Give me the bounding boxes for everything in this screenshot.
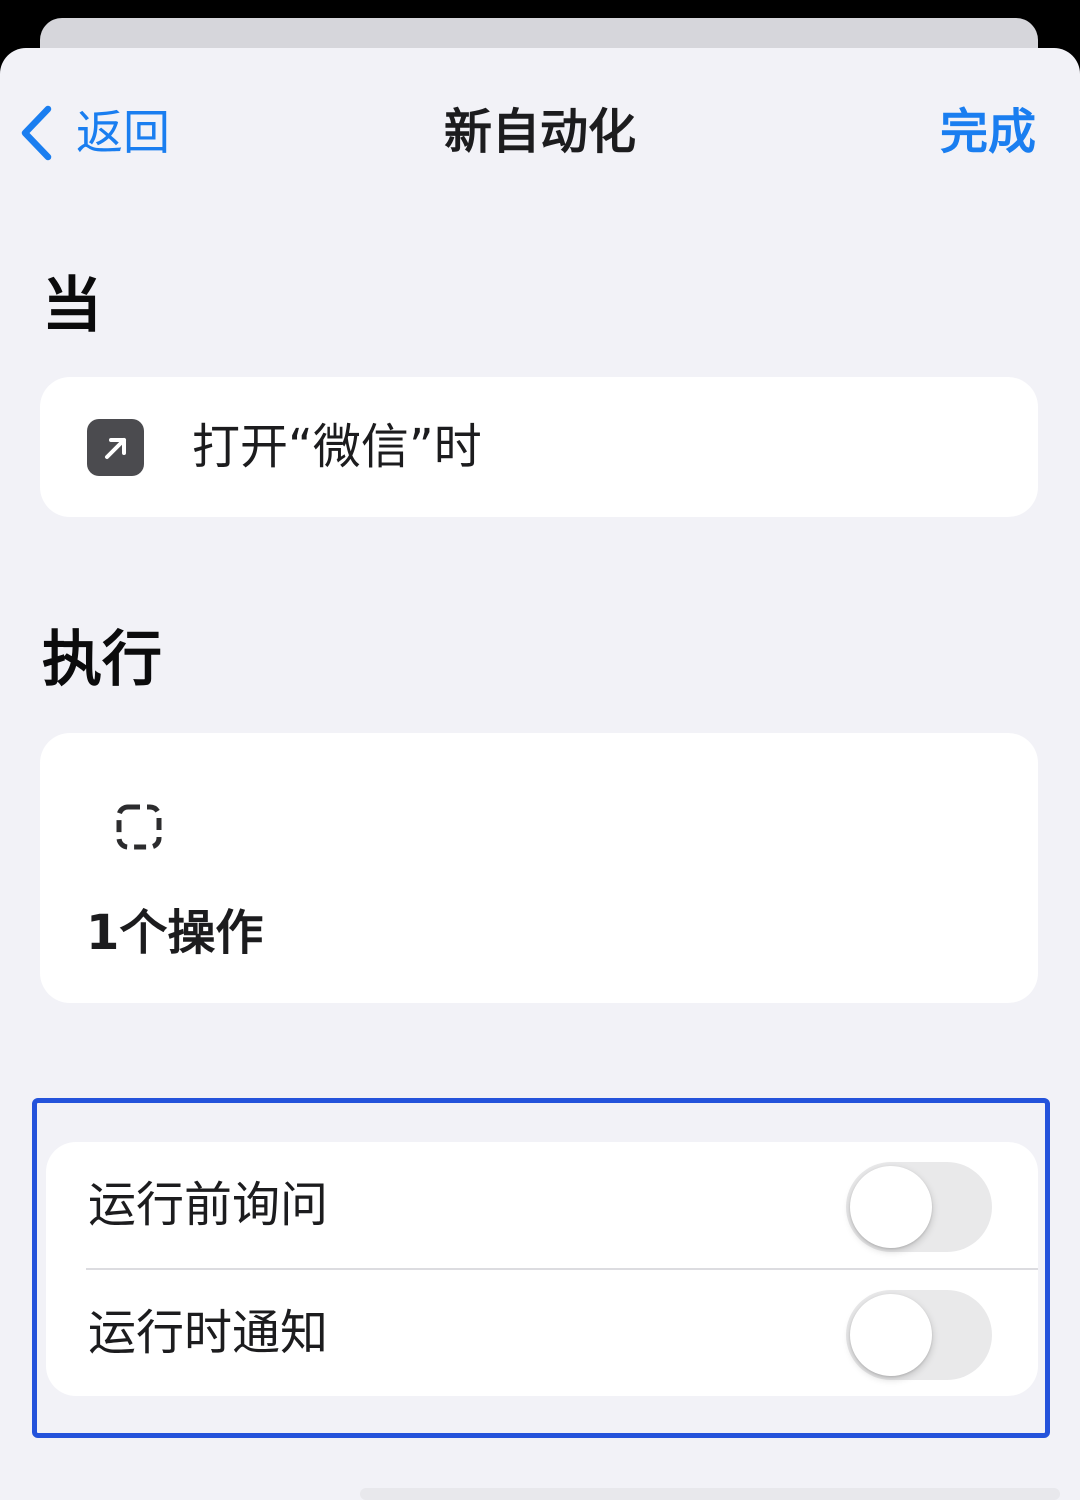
trigger-text: 打开“微信”时 <box>192 419 482 475</box>
highlight-box <box>32 1098 1050 1438</box>
action-card[interactable]: 1个操作 <box>40 733 1038 1003</box>
trigger-card[interactable]: 打开“微信”时 <box>40 377 1038 517</box>
done-button[interactable]: 完成 <box>940 102 1036 162</box>
when-section-title: 当 <box>42 271 102 341</box>
dashed-square-icon <box>115 803 163 855</box>
automation-sheet: 返回 新自动化 完成 当 打开“微信”时 执行 1个操作 运行前询问 运行时通知 <box>0 48 1080 1500</box>
action-count-text: 1个操作 <box>86 905 264 961</box>
bottom-edge <box>360 1488 1060 1500</box>
arrow-up-right-icon <box>87 419 144 476</box>
page-title: 新自动化 <box>443 104 636 160</box>
do-section-title: 执行 <box>42 625 162 695</box>
